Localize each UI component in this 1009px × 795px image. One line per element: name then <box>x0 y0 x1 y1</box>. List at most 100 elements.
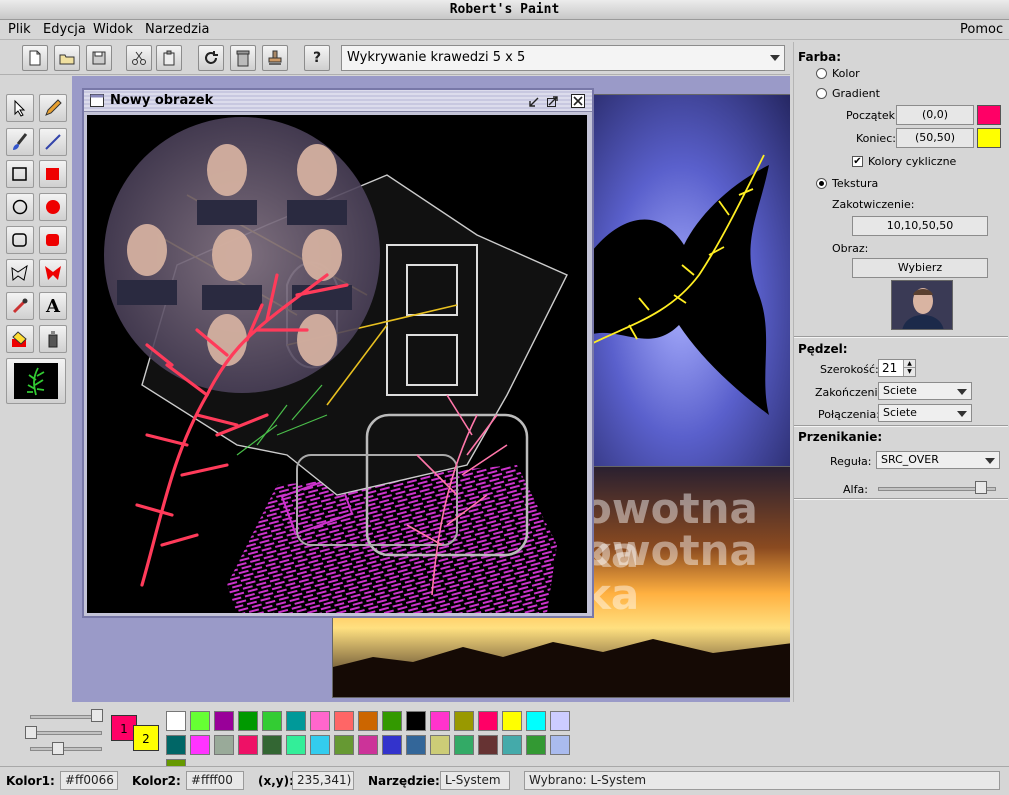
slider-3-thumb[interactable] <box>52 742 64 755</box>
spinner-down-icon[interactable]: ▼ <box>903 368 915 376</box>
canvas-window-titlebar[interactable]: Nowy obrazek <box>84 90 592 112</box>
close-icon[interactable] <box>571 94 585 108</box>
menu-view[interactable]: Widok <box>93 22 133 37</box>
palette-color[interactable] <box>454 735 474 755</box>
rectangle-tool[interactable] <box>6 160 34 188</box>
width-spinner[interactable]: 21 ▲ ▼ <box>878 359 916 377</box>
palette-color[interactable] <box>454 711 474 731</box>
filter-select-value: Wykrywanie krawedzi 5 x 5 <box>347 50 526 65</box>
filled-polygon-tool[interactable] <box>39 259 67 287</box>
alpha-slider-thumb[interactable] <box>974 481 987 494</box>
drawing-canvas[interactable] <box>87 115 587 613</box>
start-field[interactable]: (0,0) <box>896 105 974 125</box>
stamp-button[interactable] <box>262 45 288 71</box>
lsystem-tool[interactable] <box>6 358 66 404</box>
palette-color[interactable] <box>550 735 570 755</box>
mandelbrot-window[interactable] <box>588 94 790 472</box>
maximize-icon[interactable] <box>546 94 560 108</box>
palette-color[interactable] <box>166 711 186 731</box>
gradient-radio[interactable] <box>816 88 827 99</box>
filled-rounded-rect-tool[interactable] <box>39 226 67 254</box>
palette-color[interactable] <box>478 735 498 755</box>
new-file-button[interactable] <box>22 45 48 71</box>
palette-color[interactable] <box>502 735 522 755</box>
choose-image-button[interactable]: Wybierz <box>852 258 988 278</box>
pencil-tool[interactable] <box>39 94 67 122</box>
palette-color[interactable] <box>286 735 306 755</box>
spinner-up-icon[interactable]: ▲ <box>903 360 915 368</box>
palette-color[interactable] <box>478 711 498 731</box>
palette-color[interactable] <box>166 735 186 755</box>
menu-file[interactable]: Plik <box>8 22 31 37</box>
palette-color[interactable] <box>310 735 330 755</box>
end-field[interactable]: (50,50) <box>896 128 974 148</box>
rotate-button[interactable] <box>198 45 224 71</box>
slider-2-thumb[interactable] <box>25 726 37 739</box>
menu-tools[interactable]: Narzedzia <box>145 22 210 37</box>
filled-rectangle-tool[interactable] <box>39 160 67 188</box>
slider-2[interactable] <box>30 731 102 735</box>
polygon-tool[interactable] <box>6 259 34 287</box>
palette-color[interactable] <box>334 711 354 731</box>
brush-tool[interactable] <box>6 128 34 156</box>
palette-color[interactable] <box>430 735 450 755</box>
palette-color[interactable] <box>358 711 378 731</box>
clear-button[interactable] <box>230 45 256 71</box>
filter-select[interactable]: Wykrywanie krawedzi 5 x 5 <box>341 45 785 71</box>
palette-color[interactable] <box>502 711 522 731</box>
alpha-label: Alfa: <box>843 483 868 496</box>
joins-value: Sciete <box>883 406 917 419</box>
palette-color[interactable] <box>526 711 546 731</box>
minimize-icon[interactable] <box>528 94 542 108</box>
rule-select[interactable]: SRC_OVER <box>876 451 1000 469</box>
palette-color[interactable] <box>238 735 258 755</box>
palette-color[interactable] <box>262 711 282 731</box>
canvas-window[interactable]: Nowy obrazek <box>82 88 594 618</box>
filled-ellipse-tool[interactable] <box>39 193 67 221</box>
slider-3[interactable] <box>30 747 102 751</box>
line-tool[interactable] <box>39 128 67 156</box>
secondary-color-slot[interactable]: 2 <box>133 725 159 751</box>
palette-color[interactable] <box>382 711 402 731</box>
palette-color[interactable] <box>190 711 210 731</box>
eyedropper-tool[interactable] <box>6 292 34 320</box>
menu-help[interactable]: Pomoc <box>960 22 1003 37</box>
spray-tool[interactable] <box>39 325 67 353</box>
palette-color[interactable] <box>406 711 426 731</box>
palette-color[interactable] <box>310 711 330 731</box>
caps-select[interactable]: Sciete <box>878 382 972 400</box>
help-button[interactable]: ? <box>304 45 330 71</box>
palette-color[interactable] <box>334 735 354 755</box>
paste-button[interactable] <box>156 45 182 71</box>
rounded-rect-tool[interactable] <box>6 226 34 254</box>
open-file-button[interactable] <box>54 45 80 71</box>
palette-color[interactable] <box>214 711 234 731</box>
color-radio[interactable] <box>816 68 827 79</box>
select-tool[interactable] <box>6 94 34 122</box>
slider-1-thumb[interactable] <box>91 709 103 722</box>
palette-color[interactable] <box>358 735 378 755</box>
end-color-swatch[interactable] <box>977 128 1001 148</box>
cut-button[interactable] <box>126 45 152 71</box>
palette-color[interactable] <box>190 735 210 755</box>
palette-color[interactable] <box>286 711 306 731</box>
palette-color[interactable] <box>526 735 546 755</box>
color1-value: #ff0066 <box>60 771 118 790</box>
palette-color[interactable] <box>214 735 234 755</box>
palette-color[interactable] <box>382 735 402 755</box>
menu-edit[interactable]: Edycja <box>43 22 86 37</box>
palette-color[interactable] <box>406 735 426 755</box>
start-color-swatch[interactable] <box>977 105 1001 125</box>
text-tool[interactable]: A <box>39 292 67 320</box>
fill-tool[interactable] <box>6 325 34 353</box>
palette-color[interactable] <box>238 711 258 731</box>
palette-color[interactable] <box>550 711 570 731</box>
palette-color[interactable] <box>262 735 282 755</box>
texture-radio[interactable] <box>816 178 827 189</box>
cyclic-checkbox[interactable]: ✔ <box>852 156 863 167</box>
save-button[interactable] <box>86 45 112 71</box>
anchor-field[interactable]: 10,10,50,50 <box>852 216 988 236</box>
joins-select[interactable]: Sciete <box>878 404 972 422</box>
palette-color[interactable] <box>430 711 450 731</box>
ellipse-tool[interactable] <box>6 193 34 221</box>
